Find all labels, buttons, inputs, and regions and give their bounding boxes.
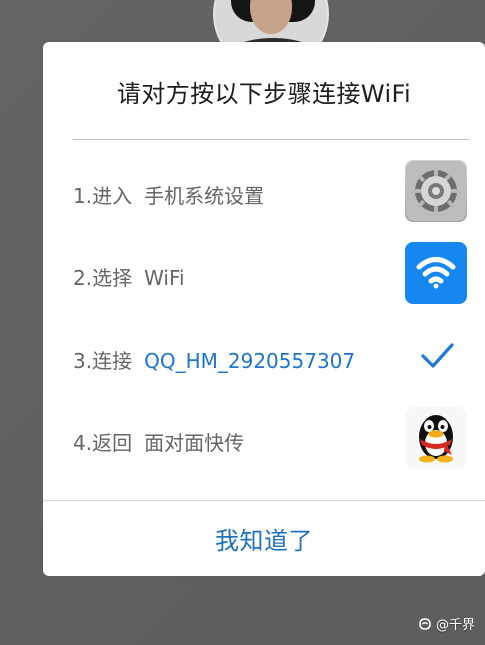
step-1-label: 1.进入: [73, 184, 133, 208]
step-1-value: 手机系统设置: [144, 184, 265, 208]
step-4-label: 4.返回: [73, 431, 133, 455]
step-4-value: 面对面快传: [144, 431, 245, 455]
network-name: QQ_HM_2920557307: [144, 349, 356, 373]
step-connect-network: 3.连接 QQ_HM_2920557307: [73, 325, 467, 389]
avatar-face: [250, 0, 292, 34]
step-open-settings: 1.进入 手机系统设置: [73, 160, 467, 224]
settings-icon: [405, 160, 467, 222]
step-2-text: 2.选择 WiFi: [73, 262, 185, 291]
dialog-title: 请对方按以下步骤连接WiFi: [116, 80, 412, 108]
watermark: @千界: [418, 614, 475, 633]
confirm-button[interactable]: 我知道了: [43, 501, 485, 576]
watermark-logo-icon: [419, 617, 431, 630]
step-3-text: 3.连接 QQ_HM_2920557307: [73, 345, 355, 374]
watermark-text: @千界: [435, 618, 475, 633]
step-return-transfer: 4.返回 面对面快传: [73, 407, 467, 471]
step-2-value: WiFi: [144, 266, 185, 290]
step-4-text: 4.返回 面对面快传: [73, 427, 244, 456]
step-3-label: 3.连接: [73, 349, 133, 373]
step-2-label: 2.选择: [73, 266, 133, 290]
qq-penguin-icon: [405, 407, 467, 469]
step-select-wifi: 2.选择 WiFi: [73, 242, 467, 306]
step-1-text: 1.进入 手机系统设置: [73, 180, 264, 209]
check-icon: [415, 333, 459, 377]
wifi-instructions-dialog: 请对方按以下步骤连接WiFi 1.进入 手机系统设置 2.选择 WiFi 3.连…: [43, 42, 485, 576]
wifi-icon: [405, 242, 467, 304]
title-divider: [73, 139, 469, 140]
